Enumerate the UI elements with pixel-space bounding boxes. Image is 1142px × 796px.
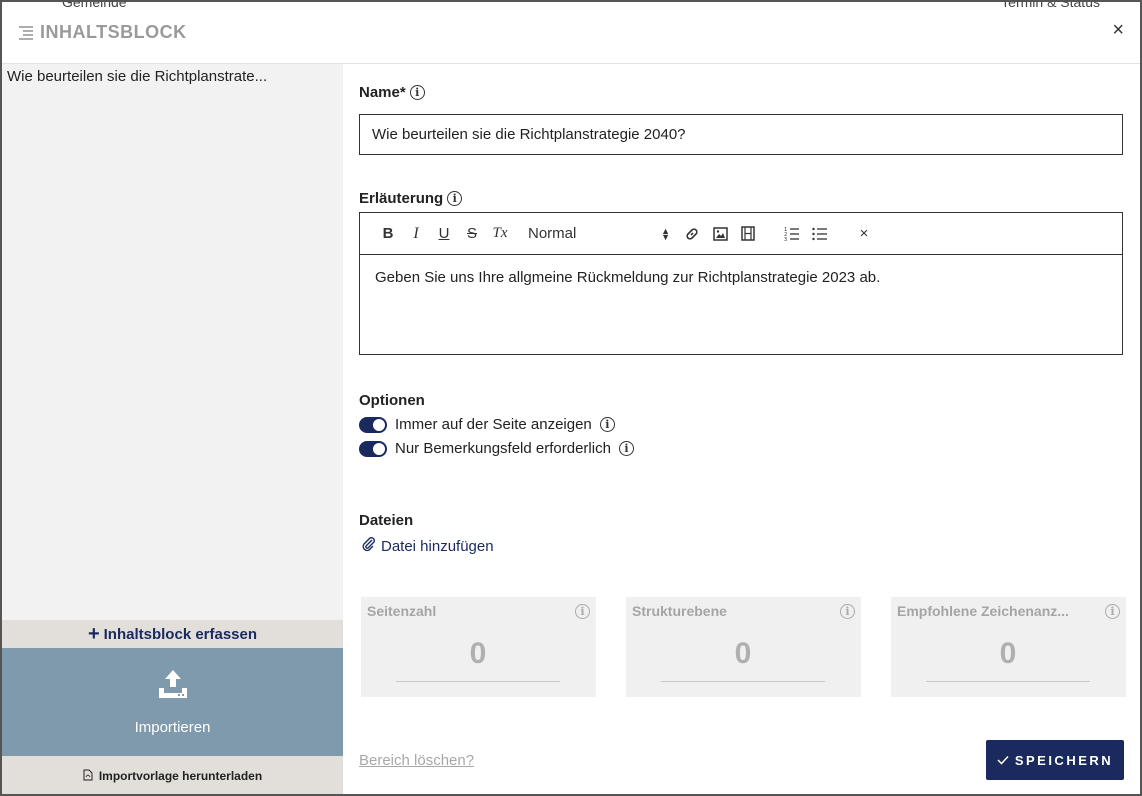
toggle-switch[interactable] [359, 416, 387, 433]
sidebar: Wie beurteilen sie die Richtplanstrate..… [2, 64, 343, 794]
stat-title: Seitenzahl [367, 603, 437, 619]
italic-button[interactable]: I [402, 222, 430, 246]
add-file-label: Datei hinzufügen [381, 537, 494, 555]
modal-title-text: INHALTSBLOCK [40, 22, 187, 42]
link-icon[interactable] [678, 222, 706, 246]
checkmark-icon [997, 753, 1009, 768]
name-label-text: Name* [359, 84, 406, 101]
explanation-label-text: Erläuterung [359, 190, 444, 207]
info-icon[interactable]: i [840, 604, 855, 619]
delete-section-link[interactable]: Bereich löschen? [359, 752, 474, 769]
modal-header: INHALTSBLOCK × [2, 2, 1140, 64]
option-label: Immer auf der Seite anzeigen [395, 416, 592, 433]
stat-value: 0 [999, 637, 1017, 670]
stat-page-number: Seitenzahl i 0 [361, 597, 596, 697]
rich-text-editor: B I U S Tx Normal ▲ ▼ 1 2 3 × Geben Sie … [359, 212, 1123, 355]
add-content-block-button[interactable]: + Inhaltsblock erfassen [2, 620, 343, 648]
editor-content[interactable]: Geben Sie uns Ihre allgmeine Rückmeldung… [360, 255, 1122, 300]
stat-recommended-chars: Empfohlene Zeichenanz... i 0 [891, 597, 1126, 697]
stat-underline [396, 681, 560, 682]
stat-underline [926, 681, 1090, 682]
add-content-block-label: Inhaltsblock erfassen [103, 625, 258, 643]
upload-icon [157, 668, 189, 705]
download-template-button[interactable]: Importvorlage herunterladen [2, 756, 343, 794]
stat-value: 0 [469, 637, 487, 670]
add-file-link[interactable]: Datei hinzufügen [361, 536, 494, 556]
import-label: Importieren [134, 719, 211, 736]
info-icon[interactable]: i [599, 417, 615, 432]
files-label: Dateien [359, 512, 413, 529]
modal-title: INHALTSBLOCK [18, 22, 187, 43]
underline-button[interactable]: U [430, 222, 458, 246]
options-label: Optionen [359, 392, 425, 409]
clear-button[interactable]: × [850, 222, 878, 246]
stat-title: Empfohlene Zeichenanz... [897, 603, 1069, 619]
toggle-switch[interactable] [359, 440, 387, 457]
sidebar-entry[interactable]: Wie beurteilen sie die Richtplanstrate..… [2, 64, 292, 89]
info-icon[interactable]: i [618, 441, 634, 456]
stat-title: Strukturebene [632, 603, 727, 619]
download-template-label: Importvorlage herunterladen [98, 769, 263, 783]
option-label: Nur Bemerkungsfeld erforderlich [395, 440, 611, 457]
options-label-text: Optionen [359, 392, 425, 409]
bold-button[interactable]: B [374, 222, 402, 246]
text-style-value: Normal [528, 225, 577, 242]
save-button[interactable]: SPEICHERN [986, 740, 1124, 780]
option-remark-only: Nur Bemerkungsfeld erforderlich i [359, 440, 634, 457]
bullet-list-icon[interactable] [806, 222, 834, 246]
svg-text:3: 3 [784, 237, 787, 241]
import-button[interactable]: Importieren [2, 648, 343, 756]
paperclip-icon [361, 536, 377, 556]
list-icon [18, 25, 34, 41]
files-label-text: Dateien [359, 512, 414, 529]
video-icon[interactable] [734, 222, 762, 246]
pdf-file-icon [83, 769, 93, 784]
explanation-label: Erläuterung i [359, 190, 463, 207]
ordered-list-icon[interactable]: 123 [778, 222, 806, 246]
info-icon[interactable]: i [409, 85, 425, 100]
close-button[interactable]: × [1112, 20, 1124, 40]
select-arrows-icon: ▲ ▼ [661, 225, 670, 242]
stat-underline [661, 681, 825, 682]
stat-value: 0 [734, 637, 752, 670]
info-icon[interactable]: i [575, 604, 590, 619]
image-icon[interactable] [706, 222, 734, 246]
plus-icon: + [87, 623, 100, 645]
info-icon[interactable]: i [1105, 604, 1120, 619]
main-form: Name* i Erläuterung i B I U S Tx Normal … [343, 64, 1140, 794]
name-label: Name* i [359, 84, 425, 101]
save-label: SPEICHERN [1014, 752, 1114, 768]
text-style-select[interactable]: Normal ▲ ▼ [528, 222, 678, 246]
info-icon[interactable]: i [447, 191, 463, 206]
option-always-show: Immer auf der Seite anzeigen i [359, 416, 615, 433]
stat-structure-level: Strukturebene i 0 [626, 597, 861, 697]
name-input[interactable] [359, 114, 1123, 155]
clear-format-button[interactable]: Tx [486, 222, 514, 246]
editor-toolbar: B I U S Tx Normal ▲ ▼ 1 2 3 × [360, 213, 1122, 255]
strikethrough-button[interactable]: S [458, 222, 486, 246]
content-block-modal: Gemeinde Termin & Status INHALTSBLOCK × … [0, 0, 1142, 796]
